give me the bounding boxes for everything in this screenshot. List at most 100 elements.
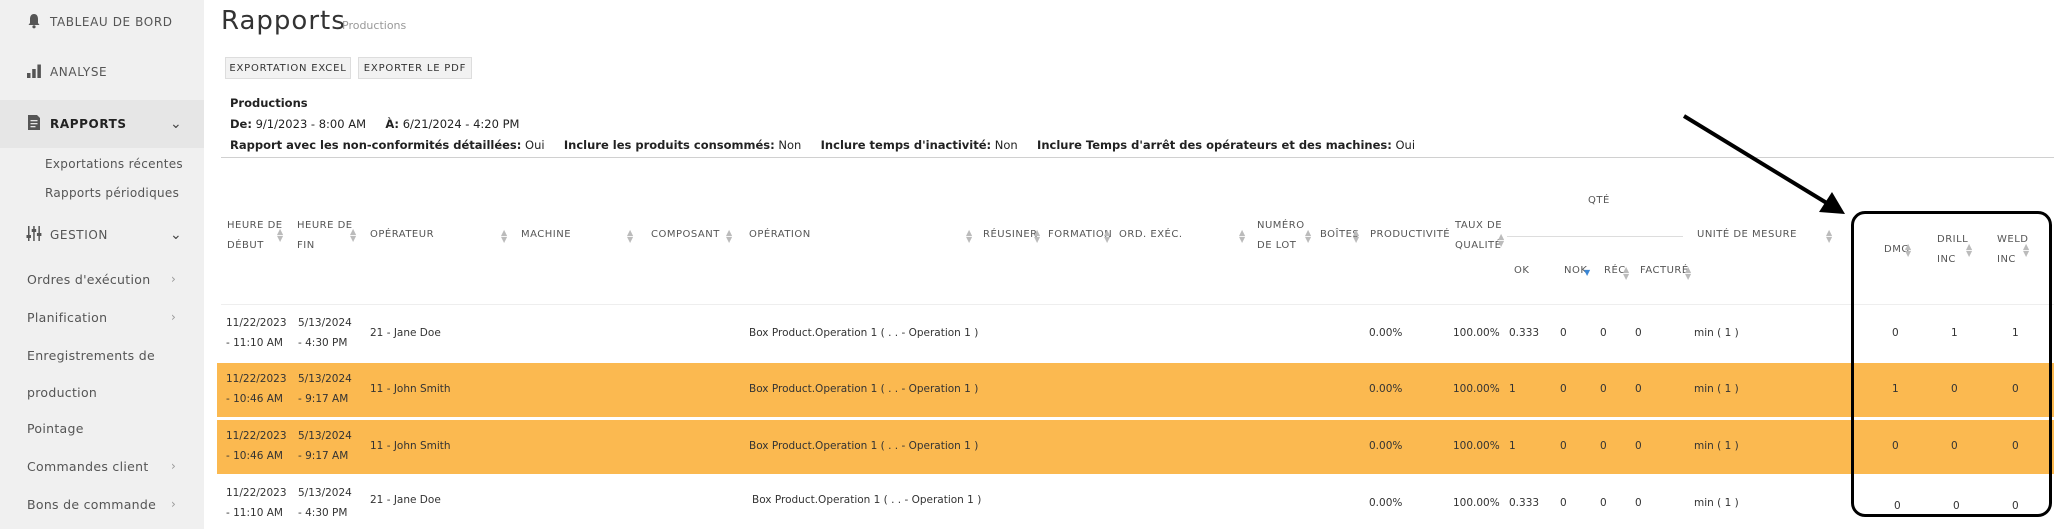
sort-icon[interactable]: ▲ ▼ bbox=[1623, 266, 1629, 281]
cell-operation: Box Product.Operation 1 ( . . - Operatio… bbox=[749, 440, 979, 452]
col-header-exec-order[interactable]: ORD. EXÉC. bbox=[1119, 225, 1183, 245]
export-excel-button[interactable]: EXPORTATION EXCEL bbox=[225, 57, 351, 79]
col-header-end[interactable]: HEURE DE FIN bbox=[297, 216, 353, 256]
cell-text: - 9:17 AM bbox=[298, 393, 349, 405]
header-text: NUMÉRO bbox=[1257, 220, 1305, 231]
cell-text: 5/13/2024 bbox=[298, 487, 352, 499]
col-header-billed[interactable]: FACTURÉ bbox=[1640, 261, 1689, 281]
cell-operator: 11 - John Smith bbox=[370, 383, 451, 395]
sort-icon[interactable]: ▲ ▼ bbox=[501, 229, 507, 244]
col-header-reuse[interactable]: RÉUSINER bbox=[983, 225, 1038, 245]
cell-operator: 21 - Jane Doe bbox=[370, 494, 441, 506]
sort-icon[interactable]: ▲ ▼ bbox=[1305, 229, 1311, 244]
page-subtitle: Productions bbox=[342, 19, 407, 32]
cell-quality: 100.00% bbox=[1453, 383, 1500, 395]
col-group-qty: QTÉ bbox=[1588, 195, 1610, 206]
col-header-lot[interactable]: NUMÉRO DE LOT bbox=[1257, 216, 1305, 256]
cell-start: 11/22/2023 - 11:10 AM bbox=[226, 313, 287, 353]
cell-text: - 10:46 AM bbox=[226, 450, 283, 462]
cell-rec: 0 bbox=[1600, 440, 1607, 452]
cell-ok: 0.333 bbox=[1509, 497, 1540, 509]
col-header-component[interactable]: COMPOSANT bbox=[651, 225, 720, 245]
col-header-operator[interactable]: OPÉRATEUR bbox=[370, 225, 434, 245]
sort-desc-icon[interactable]: ▼ bbox=[1584, 268, 1590, 277]
sort-icon[interactable]: ▲ ▼ bbox=[1685, 266, 1691, 281]
sort-icon[interactable]: ▲ ▼ bbox=[966, 229, 972, 244]
sidebar-item-label: Pointage bbox=[27, 421, 84, 436]
sort-icon[interactable]: ▲ ▼ bbox=[277, 228, 283, 243]
to-label: À: bbox=[385, 117, 400, 131]
nav-label: ANALYSE bbox=[50, 65, 108, 79]
chevron-right-icon: › bbox=[171, 310, 177, 324]
table-row[interactable]: 11/22/2023 - 10:46 AM 5/13/2024 - 9:17 A… bbox=[217, 363, 2054, 417]
sidebar-item-enregistrements-production[interactable]: Enregistrements de bbox=[27, 348, 155, 363]
cell-nok: 0 bbox=[1560, 383, 1567, 395]
cell-start: 11/22/2023 - 10:46 AM bbox=[226, 426, 287, 466]
sidebar-item-label: Planification bbox=[27, 310, 108, 325]
cell-text: 5/13/2024 bbox=[298, 317, 352, 329]
sort-icon[interactable]: ▲ ▼ bbox=[1104, 229, 1110, 244]
option-value: Non bbox=[994, 138, 1018, 152]
sort-icon[interactable]: ▲ ▼ bbox=[1826, 229, 1832, 244]
cell-productivity: 0.00% bbox=[1369, 327, 1403, 339]
cell-ok: 1 bbox=[1509, 440, 1516, 452]
sort-icon[interactable]: ▲ ▼ bbox=[627, 229, 633, 244]
arrow-shaft bbox=[1682, 114, 1832, 207]
header-text: TAUX DE bbox=[1455, 220, 1503, 231]
col-header-quality[interactable]: TAUX DE QUALITÉ bbox=[1455, 216, 1502, 256]
option-value: Oui bbox=[1395, 138, 1416, 152]
cell-rec: 0 bbox=[1600, 327, 1607, 339]
col-header-productivity[interactable]: PRODUCTIVITÉ bbox=[1370, 225, 1450, 245]
col-header-unit[interactable]: UNITÉ DE MESURE bbox=[1697, 225, 1797, 245]
cell-unit: min ( 1 ) bbox=[1694, 327, 1739, 339]
nav-analyse[interactable]: ANALYSE bbox=[0, 62, 204, 82]
cell-productivity: 0.00% bbox=[1369, 383, 1403, 395]
cell-text: - 9:17 AM bbox=[298, 450, 349, 462]
header-text: FIN bbox=[297, 240, 315, 251]
annotation-box bbox=[1851, 211, 2052, 517]
table-row[interactable]: 11/22/2023 - 11:10 AM 5/13/2024 - 4:30 P… bbox=[217, 307, 2054, 361]
col-header-start[interactable]: HEURE DE DÉBUT bbox=[227, 216, 283, 256]
sidebar-item-exportations-recentes[interactable]: Exportations récentes bbox=[45, 157, 183, 171]
col-header-operation[interactable]: OPÉRATION bbox=[749, 225, 811, 245]
nav-rapports[interactable]: RAPPORTS ⌄ bbox=[0, 100, 204, 148]
sort-icon[interactable]: ▲ ▼ bbox=[726, 229, 732, 244]
sort-icon[interactable]: ▲ ▼ bbox=[350, 228, 356, 243]
cell-text: 5/13/2024 bbox=[298, 373, 352, 385]
sidebar-item-commandes-client[interactable]: Commandes client › bbox=[27, 459, 176, 474]
option-label: Rapport avec les non-conformités détaill… bbox=[230, 138, 522, 152]
sidebar-item-enregistrements-production-cont[interactable]: production bbox=[27, 385, 97, 400]
cell-end: 5/13/2024 - 4:30 PM bbox=[298, 313, 352, 353]
sidebar-item-bons-de-commande[interactable]: Bons de commande › bbox=[27, 497, 176, 512]
col-header-training[interactable]: FORMATION bbox=[1048, 225, 1112, 245]
header-text: DÉBUT bbox=[227, 240, 264, 251]
table-row[interactable]: 11/22/2023 - 10:46 AM 5/13/2024 - 9:17 A… bbox=[217, 420, 2054, 474]
cell-text: - 4:30 PM bbox=[298, 507, 348, 519]
nav-gestion[interactable]: GESTION ⌄ bbox=[0, 225, 204, 245]
sort-icon[interactable]: ▲ ▼ bbox=[1239, 229, 1245, 244]
sidebar-item-planification[interactable]: Planification › bbox=[27, 310, 176, 325]
table-row[interactable]: 11/22/2023 - 11:10 AM 5/13/2024 - 4:30 P… bbox=[217, 477, 2054, 529]
sidebar-item-ordres-execution[interactable]: Ordres d'exécution › bbox=[27, 272, 176, 287]
sidebar-item-label: Ordres d'exécution bbox=[27, 272, 151, 287]
cell-text: 11/22/2023 bbox=[226, 487, 287, 499]
cell-nok: 0 bbox=[1560, 327, 1567, 339]
nav-tableau-de-bord[interactable]: TABLEAU DE BORD bbox=[0, 12, 204, 32]
cell-text: - 4:30 PM bbox=[298, 337, 348, 349]
report-info-options: Rapport avec les non-conformités détaill… bbox=[230, 138, 1415, 152]
col-header-machine[interactable]: MACHINE bbox=[521, 225, 571, 245]
sidebar-item-pointage[interactable]: Pointage bbox=[27, 421, 84, 436]
sidebar-item-label: Commandes client bbox=[27, 459, 149, 474]
cell-end: 5/13/2024 - 9:17 AM bbox=[298, 369, 352, 409]
sort-icon[interactable]: ▲ ▼ bbox=[1353, 229, 1359, 244]
page-title: Rapports bbox=[221, 6, 346, 36]
export-pdf-button[interactable]: EXPORTER LE PDF bbox=[358, 57, 472, 79]
cell-billed: 0 bbox=[1635, 327, 1642, 339]
col-header-ok[interactable]: OK bbox=[1514, 261, 1529, 281]
chevron-down-icon: ⌄ bbox=[170, 116, 183, 132]
sort-icon[interactable]: ▲ ▼ bbox=[1498, 233, 1504, 248]
nav-label: GESTION bbox=[50, 228, 108, 242]
sidebar-item-rapports-periodiques[interactable]: Rapports périodiques bbox=[45, 186, 179, 200]
header-text: DE LOT bbox=[1257, 240, 1297, 251]
sort-icon[interactable]: ▲ ▼ bbox=[1034, 229, 1040, 244]
